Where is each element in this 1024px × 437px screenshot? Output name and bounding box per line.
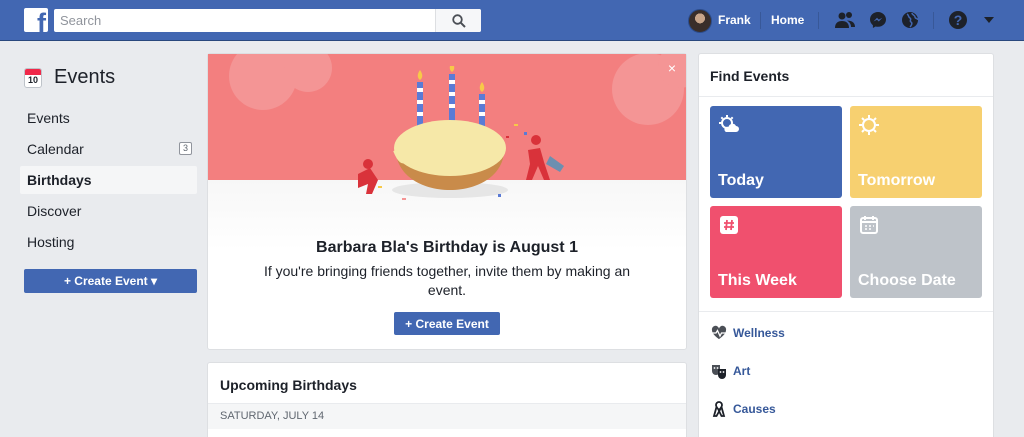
find-events-card: Find Events Today Tomorrow This Week Cho… bbox=[698, 53, 994, 437]
sidebar-item-label: Birthdays bbox=[27, 172, 92, 188]
tile-label: Tomorrow bbox=[858, 172, 936, 189]
category-label: Causes bbox=[733, 402, 776, 416]
birthday-description: If you're bringing friends together, inv… bbox=[263, 263, 631, 298]
sidebar-item-hosting[interactable]: Hosting bbox=[20, 228, 197, 256]
category-art[interactable]: Art bbox=[711, 363, 750, 379]
cake-illustration bbox=[358, 66, 564, 200]
sidebar-item-events[interactable]: Events bbox=[20, 104, 197, 132]
search-input[interactable] bbox=[54, 9, 434, 32]
create-event-button[interactable]: + Create Event bbox=[394, 312, 500, 335]
tile-label: This Week bbox=[718, 272, 797, 289]
facebook-logo-icon[interactable]: f bbox=[24, 8, 48, 32]
tile-this-week[interactable]: This Week bbox=[710, 206, 842, 298]
date-header: SATURDAY, JULY 14 bbox=[208, 403, 686, 429]
category-label: Art bbox=[733, 364, 751, 378]
divider bbox=[933, 12, 934, 29]
calendar-icon: 10 bbox=[24, 67, 42, 88]
top-navigation-bar: f Frank Home ? bbox=[0, 0, 1024, 41]
sun-cloud-icon bbox=[719, 115, 739, 132]
search-icon bbox=[451, 13, 466, 28]
divider bbox=[699, 96, 993, 97]
caret-down-icon[interactable] bbox=[978, 9, 1000, 31]
globe-icon[interactable] bbox=[899, 9, 921, 31]
section-title: Find Events bbox=[710, 68, 790, 84]
divider bbox=[699, 311, 993, 312]
calendar-icon bbox=[860, 216, 878, 234]
sun-icon bbox=[859, 115, 879, 135]
avatar[interactable] bbox=[688, 9, 712, 33]
category-causes[interactable]: Causes bbox=[711, 401, 776, 417]
sidebar-item-birthdays[interactable]: Birthdays bbox=[20, 166, 197, 194]
divider bbox=[760, 12, 761, 29]
section-title: Upcoming Birthdays bbox=[220, 377, 357, 393]
hashtag-icon bbox=[720, 216, 738, 234]
tile-label: Choose Date bbox=[858, 272, 956, 289]
search-button[interactable] bbox=[435, 9, 481, 32]
svg-text:?: ? bbox=[954, 12, 963, 28]
count-badge: 3 bbox=[179, 142, 192, 155]
sidebar-item-label: Discover bbox=[27, 203, 82, 219]
tile-today[interactable]: Today bbox=[710, 106, 842, 198]
divider bbox=[818, 12, 819, 29]
upcoming-birthdays-card: Upcoming Birthdays SATURDAY, JULY 14 bbox=[207, 362, 687, 437]
heartbeat-icon bbox=[711, 325, 727, 339]
sidebar-item-label: Hosting bbox=[27, 234, 75, 250]
messenger-icon[interactable] bbox=[867, 9, 889, 31]
friends-icon[interactable] bbox=[834, 9, 856, 31]
help-icon[interactable]: ? bbox=[947, 9, 969, 31]
tile-choose-date[interactable]: Choose Date bbox=[850, 206, 982, 298]
category-label: Wellness bbox=[733, 326, 785, 340]
page-title: 10 Events bbox=[24, 66, 115, 89]
sidebar-item-discover[interactable]: Discover bbox=[20, 197, 197, 225]
ribbon-icon bbox=[712, 401, 726, 417]
profile-link[interactable]: Frank bbox=[718, 13, 751, 27]
sidebar-item-label: Calendar bbox=[27, 141, 84, 157]
sidebar-item-calendar[interactable]: Calendar 3 bbox=[20, 135, 197, 163]
birthday-card: × Barbara Bla's Birthday is August 1 If … bbox=[207, 53, 687, 350]
tile-label: Today bbox=[718, 172, 764, 189]
sidebar-item-label: Events bbox=[27, 110, 70, 126]
tile-tomorrow[interactable]: Tomorrow bbox=[850, 106, 982, 198]
sidebar-nav: Events Calendar 3 Birthdays Discover Host… bbox=[20, 104, 197, 259]
page-title-text: Events bbox=[54, 66, 116, 88]
birthday-title: Barbara Bla's Birthday is August 1 bbox=[316, 239, 578, 256]
close-icon[interactable]: × bbox=[668, 60, 676, 76]
create-event-button[interactable]: + Create Event ▾ bbox=[24, 269, 197, 293]
category-wellness[interactable]: Wellness bbox=[711, 325, 785, 341]
search-box bbox=[54, 9, 481, 32]
theater-masks-icon bbox=[712, 365, 726, 379]
home-link[interactable]: Home bbox=[771, 13, 804, 27]
